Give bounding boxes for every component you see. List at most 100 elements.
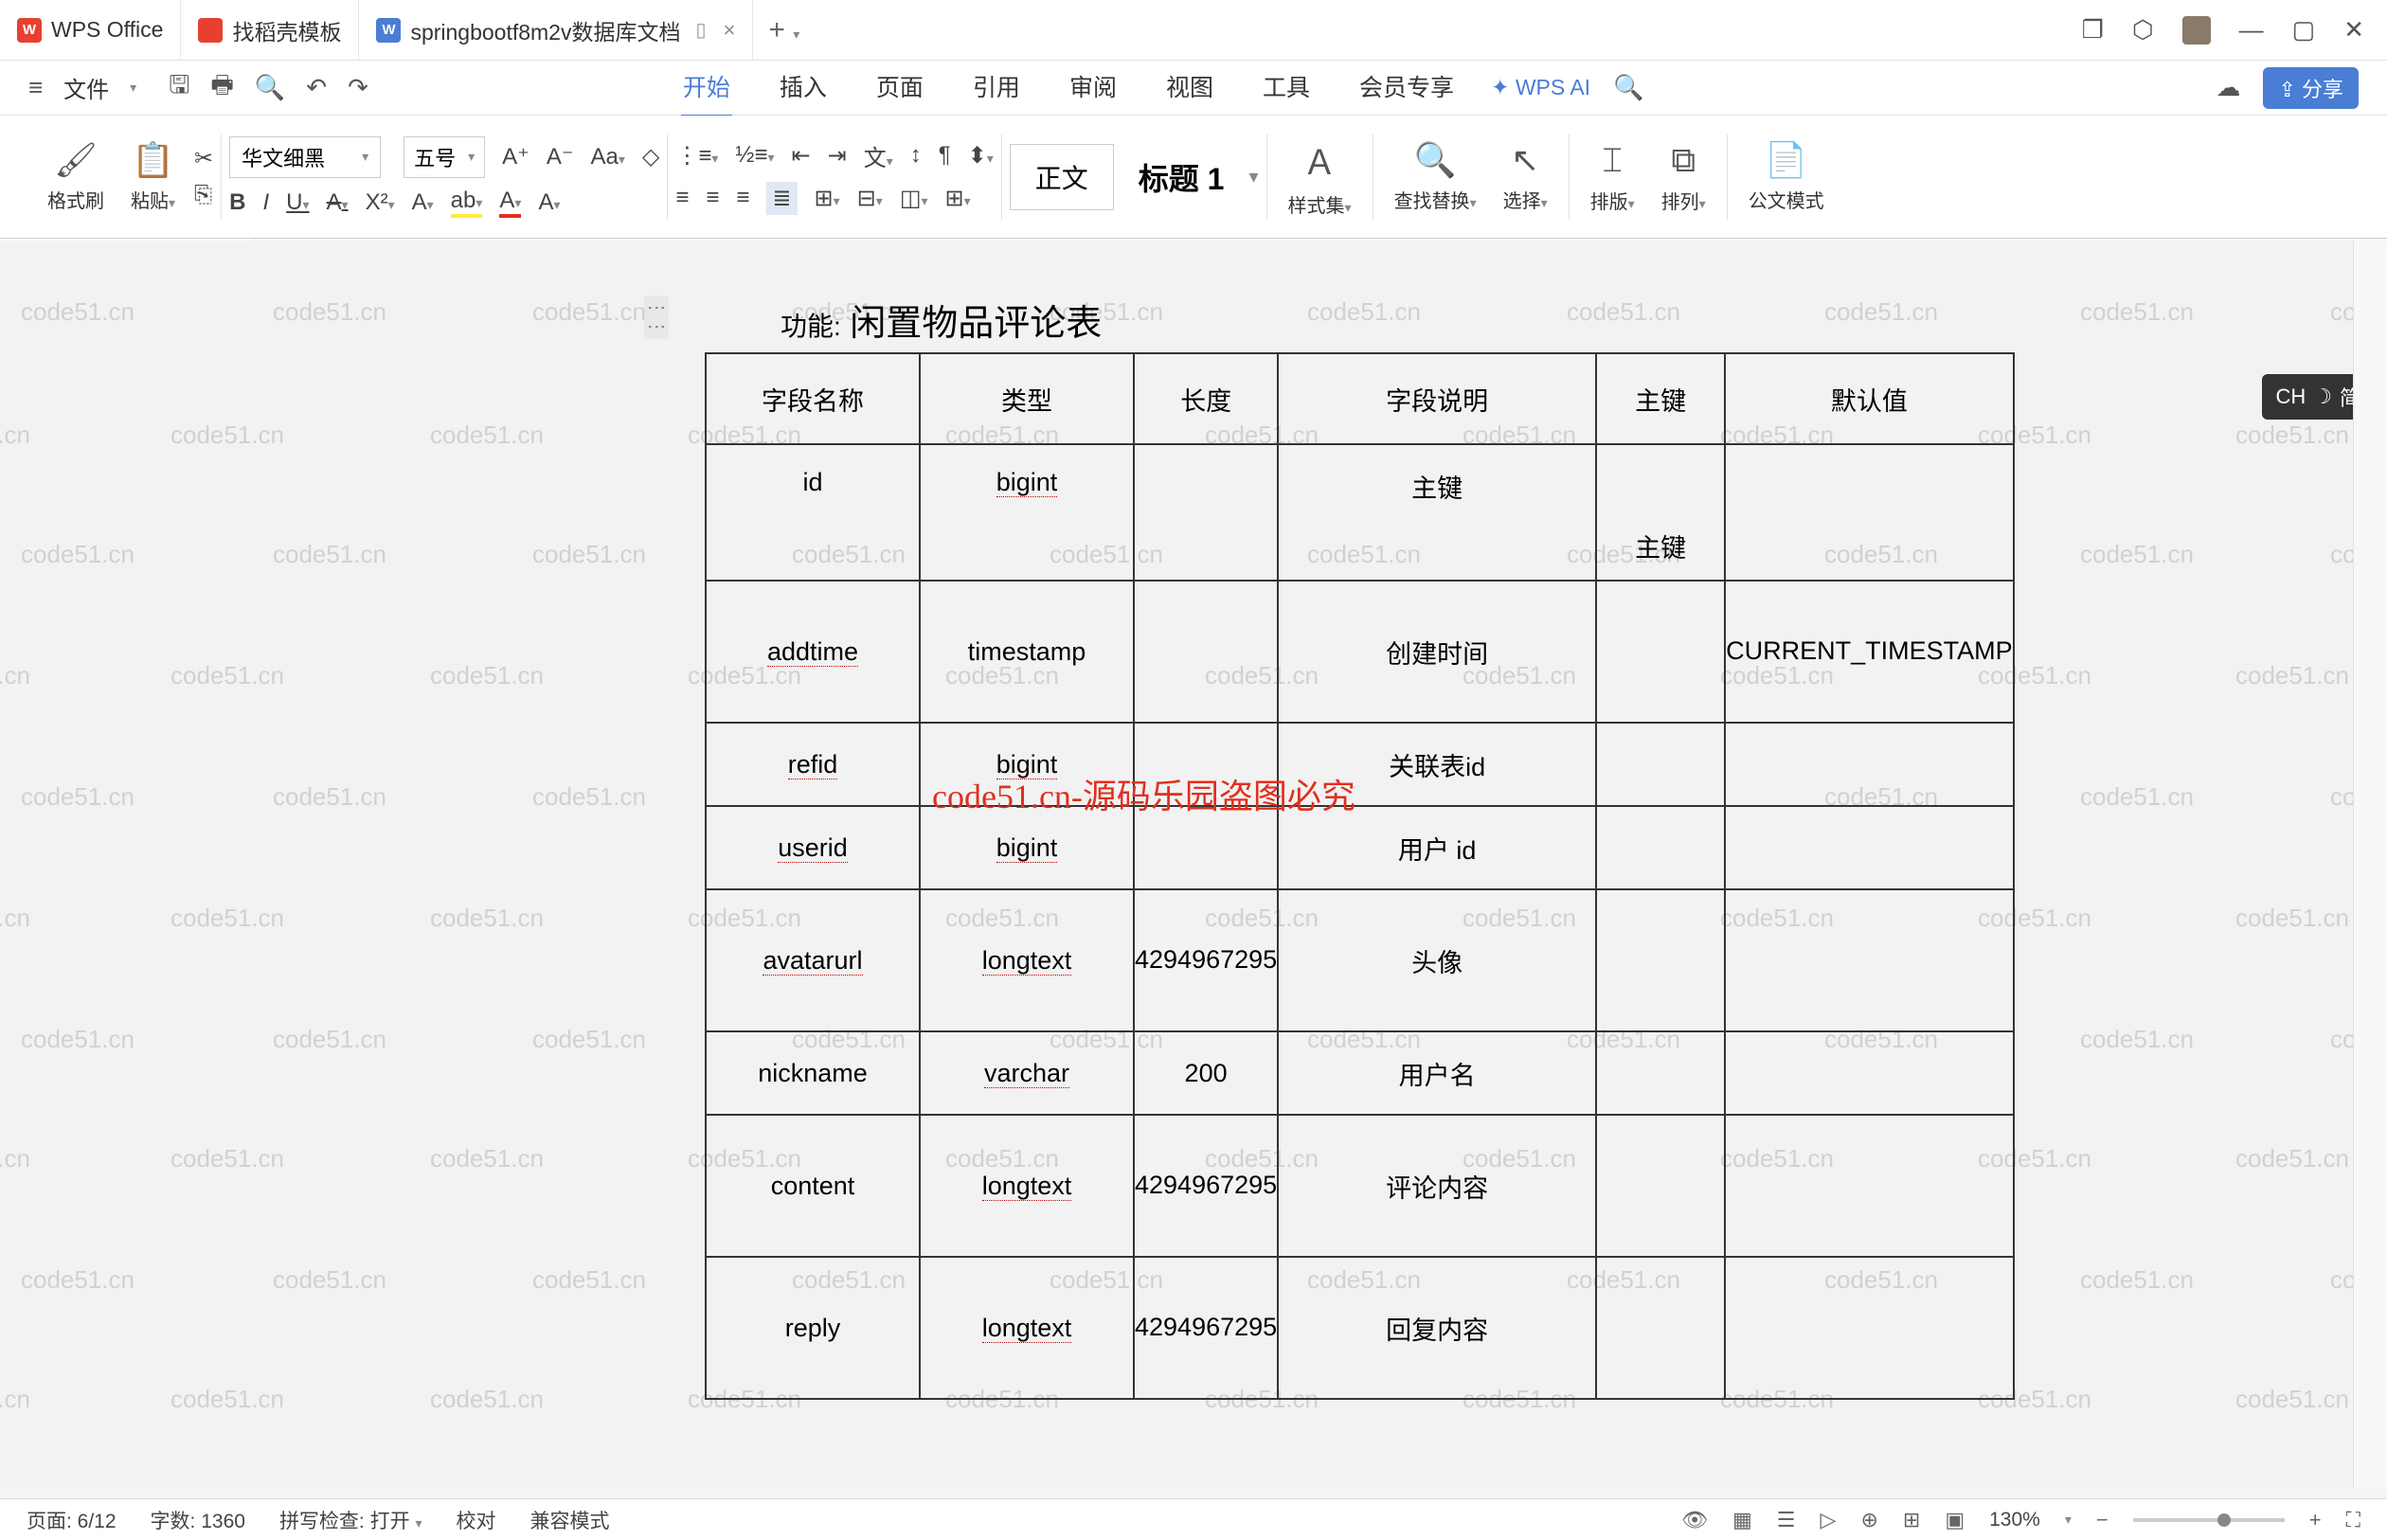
- table-row[interactable]: addtime timestamp 创建时间 CURRENT_TIMESTAMP: [706, 581, 2014, 723]
- show-marks-button[interactable]: ¶: [939, 142, 951, 169]
- undo-icon[interactable]: ↶: [306, 73, 327, 102]
- cloud-icon[interactable]: ☁: [2216, 73, 2240, 102]
- bold-button[interactable]: B: [229, 189, 245, 216]
- numbering-button[interactable]: ½≡▾: [735, 142, 774, 169]
- italic-button[interactable]: I: [262, 189, 269, 216]
- paste-icon[interactable]: 📋: [132, 140, 174, 180]
- strikethrough-button[interactable]: A▾: [327, 189, 349, 216]
- public-mode-group[interactable]: 📄 公文模式: [1735, 140, 1838, 213]
- web-layout-icon[interactable]: ⊕: [1860, 1508, 1877, 1532]
- maximize-button[interactable]: ▢: [2292, 15, 2316, 45]
- print-icon[interactable]: 🖶: [210, 67, 234, 109]
- align-justify-button[interactable]: ≣: [766, 182, 797, 215]
- document-area[interactable]: ⋮⋮ code51.cn code51.cn code51.cn code51.…: [0, 241, 2387, 1489]
- right-sidebar[interactable]: [2353, 241, 2387, 1489]
- tab-template[interactable]: 找稻壳模板: [181, 0, 359, 60]
- grid-icon[interactable]: ▣: [1945, 1508, 1965, 1532]
- select-group[interactable]: ↖ 选择▾: [1490, 140, 1561, 213]
- share-button[interactable]: ⇪ 分享: [2263, 67, 2359, 109]
- menu-review[interactable]: 审阅: [1068, 58, 1119, 117]
- status-page[interactable]: 页面: 6/12: [27, 1506, 117, 1534]
- user-avatar[interactable]: [2182, 16, 2211, 45]
- emphasis-button[interactable]: A▾: [412, 189, 434, 216]
- distribute-button[interactable]: ⊞▾: [815, 185, 840, 212]
- add-tab-button[interactable]: + ▾: [753, 14, 815, 46]
- menu-page[interactable]: 页面: [874, 58, 925, 117]
- menu-member[interactable]: 会员专享: [1357, 58, 1456, 117]
- preview-icon[interactable]: 🔍: [255, 73, 285, 102]
- borders-button[interactable]: ⊞▾: [945, 185, 971, 212]
- decrease-indent-button[interactable]: ⇤: [791, 142, 810, 170]
- find-replace-group[interactable]: 🔍 查找替换▾: [1381, 140, 1490, 213]
- zoom-in-button[interactable]: +: [2309, 1508, 2322, 1532]
- superscript-button[interactable]: X²▾: [366, 189, 395, 216]
- cut-icon[interactable]: ✂: [194, 145, 213, 172]
- package-icon[interactable]: ⬡: [2132, 15, 2154, 45]
- hamburger-icon[interactable]: ≡: [28, 73, 43, 102]
- increase-indent-button[interactable]: ⇥: [828, 142, 847, 170]
- tab-close-button[interactable]: ×: [724, 18, 736, 43]
- menu-tools[interactable]: 工具: [1261, 58, 1312, 117]
- status-compat[interactable]: 兼容模式: [529, 1506, 609, 1534]
- sort-button[interactable]: ↕: [910, 142, 922, 169]
- table-row[interactable]: avatarurl longtext 4294967295 头像: [706, 889, 2014, 1031]
- shading-button[interactable]: ◫▾: [900, 185, 928, 212]
- bookmark-icon[interactable]: ▯: [695, 18, 706, 42]
- search-icon[interactable]: 🔍: [1613, 73, 1643, 102]
- tab-document[interactable]: W springbootf8m2v数据库文档 ▯ ×: [359, 0, 753, 60]
- close-button[interactable]: ✕: [2343, 15, 2364, 45]
- read-layout-icon[interactable]: ▦: [1732, 1508, 1752, 1532]
- status-words[interactable]: 字数: 1360: [151, 1506, 245, 1534]
- minimize-button[interactable]: —: [2239, 15, 2264, 45]
- wps-ai-button[interactable]: ✦ WPS AI: [1491, 75, 1590, 100]
- text-direction-button[interactable]: 文▾: [864, 139, 893, 172]
- save-icon[interactable]: 🖫: [169, 67, 189, 109]
- table-row[interactable]: reply longtext 4294967295 回复内容: [706, 1257, 2014, 1399]
- redo-icon[interactable]: ↷: [348, 73, 368, 102]
- font-family-select[interactable]: 华文细黑▾: [229, 136, 381, 178]
- format-brush-icon[interactable]: 🖌: [54, 140, 98, 180]
- table-row[interactable]: nickname varchar 200 用户名: [706, 1031, 2014, 1115]
- print-layout-icon[interactable]: ⊞: [1903, 1508, 1920, 1532]
- clear-format-icon[interactable]: ◇: [642, 143, 659, 170]
- align-left-button[interactable]: ≡: [675, 185, 689, 211]
- style-heading-select[interactable]: 标题 1: [1122, 155, 1242, 199]
- copy-icon[interactable]: ⎘: [194, 182, 213, 208]
- text-effects-button[interactable]: A▾: [538, 189, 560, 216]
- style-normal-select[interactable]: 正文: [1010, 144, 1114, 210]
- line-spacing-button[interactable]: ⬍▾: [968, 142, 994, 170]
- change-case-icon[interactable]: Aa▾: [591, 144, 625, 170]
- table-row[interactable]: refid bigint 关联表id: [706, 723, 2014, 806]
- tab-settings-button[interactable]: ⊟▾: [857, 185, 883, 212]
- bullets-button[interactable]: ⋮≡▾: [675, 142, 718, 170]
- fullscreen-icon[interactable]: ⛶: [2346, 1508, 2360, 1532]
- decrease-font-icon[interactable]: A⁻: [547, 143, 574, 170]
- status-spell[interactable]: 拼写检查: 打开 ▾: [279, 1506, 422, 1534]
- font-color-button[interactable]: A▾: [499, 188, 521, 218]
- table-row[interactable]: id bigint 主键 主键: [706, 444, 2014, 581]
- outline-icon[interactable]: ☰: [1777, 1508, 1796, 1532]
- align-center-button[interactable]: ≡: [706, 185, 719, 211]
- table-row[interactable]: userid bigint 用户 id: [706, 806, 2014, 889]
- layout-group[interactable]: ⌶ 排版▾: [1577, 140, 1648, 214]
- zoom-out-button[interactable]: −: [2096, 1508, 2109, 1532]
- status-proof[interactable]: 校对: [456, 1506, 495, 1534]
- menu-insert[interactable]: 插入: [778, 58, 829, 117]
- pip-icon[interactable]: ❐: [2082, 15, 2104, 45]
- styles-pane-group[interactable]: Ａ 样式集▾: [1275, 135, 1365, 218]
- increase-font-icon[interactable]: A⁺: [502, 143, 529, 170]
- underline-button[interactable]: U▾: [286, 189, 309, 216]
- eye-icon[interactable]: 👁: [1681, 1508, 1708, 1532]
- table-row[interactable]: content longtext 4294967295 评论内容: [706, 1115, 2014, 1257]
- menu-start[interactable]: 开始: [681, 58, 732, 117]
- zoom-level[interactable]: 130%: [1989, 1509, 2040, 1531]
- align-right-button[interactable]: ≡: [736, 185, 749, 211]
- highlight-button[interactable]: ab▾: [451, 188, 483, 218]
- tab-wps-office[interactable]: W WPS Office: [0, 0, 181, 60]
- font-size-select[interactable]: 五号▾: [404, 136, 485, 178]
- ruler-handle[interactable]: ⋮⋮: [644, 295, 669, 339]
- database-table[interactable]: 字段名称 类型 长度 字段说明 主键 默认值 id bigint 主键 主键 a…: [705, 352, 2015, 1400]
- arrange-group[interactable]: ⧉ 排列▾: [1648, 140, 1719, 214]
- file-menu[interactable]: 文件: [63, 71, 109, 104]
- zoom-slider[interactable]: [2133, 1518, 2285, 1522]
